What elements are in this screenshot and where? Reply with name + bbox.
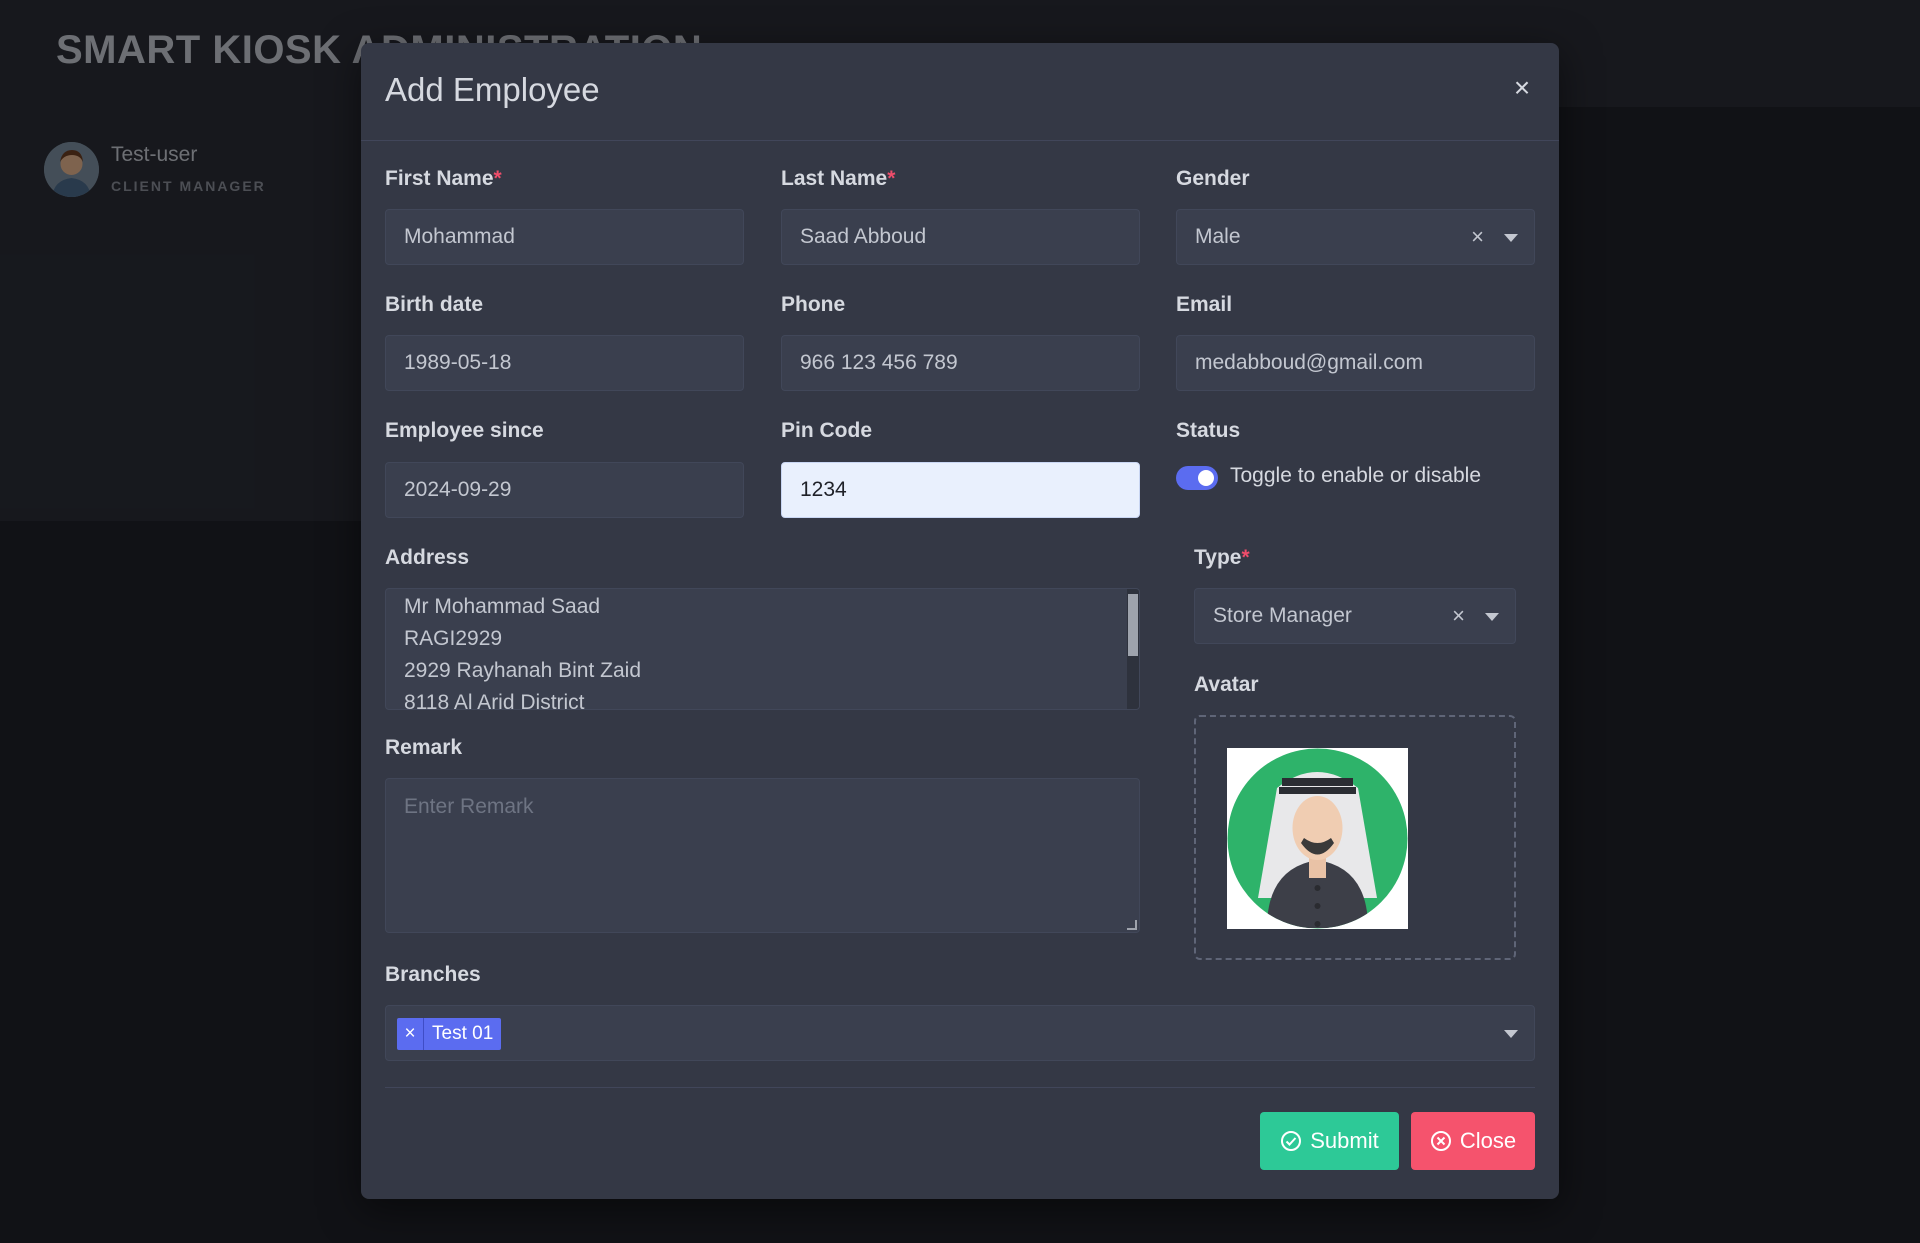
email-label: Email xyxy=(1176,293,1233,316)
avatar-label: Avatar xyxy=(1194,673,1259,696)
branch-tag-label: Test 01 xyxy=(432,1023,494,1044)
phone-label: Phone xyxy=(781,293,846,316)
employee-since-input[interactable]: 2024-09-29 xyxy=(385,462,744,518)
clear-icon[interactable]: × xyxy=(1452,589,1465,643)
address-line: RAGI2929 xyxy=(404,627,503,650)
resize-handle-icon[interactable] xyxy=(1127,920,1137,930)
status-toggle[interactable] xyxy=(1176,466,1218,490)
close-label: Close xyxy=(1459,1128,1517,1153)
address-scrollbar[interactable] xyxy=(1127,589,1139,709)
close-button[interactable]: Close xyxy=(1411,1112,1535,1170)
pin-code-input[interactable]: 1234 xyxy=(781,462,1140,518)
pin-code-label: Pin Code xyxy=(781,419,873,442)
chevron-down-icon[interactable] xyxy=(1504,1030,1518,1038)
first-name-label: First Name* xyxy=(385,167,502,190)
clear-icon[interactable]: × xyxy=(1471,210,1484,264)
remark-placeholder: Enter Remark xyxy=(404,795,534,818)
status-label: Status xyxy=(1176,419,1241,442)
gender-select[interactable]: Male × xyxy=(1176,209,1535,265)
branches-label: Branches xyxy=(385,963,481,986)
remove-tag-icon[interactable]: × xyxy=(397,1018,424,1050)
chevron-down-icon[interactable] xyxy=(1504,234,1518,242)
avatar-image xyxy=(1227,748,1408,929)
employee-since-label: Employee since xyxy=(385,419,544,442)
add-employee-modal: Add Employee × First Name* Mohammad Last… xyxy=(361,43,1559,1199)
birth-date-label: Birth date xyxy=(385,293,484,316)
chevron-down-icon[interactable] xyxy=(1485,613,1499,621)
gender-value: Male xyxy=(1195,225,1241,248)
address-line: 2929 Rayhanah Bint Zaid xyxy=(404,659,641,682)
modal-header: Add Employee × xyxy=(361,43,1559,141)
branch-tag: × Test 01 xyxy=(397,1018,502,1050)
status-toggle-text: Toggle to enable or disable xyxy=(1230,464,1482,487)
gender-label: Gender xyxy=(1176,167,1250,190)
avatar-dropzone[interactable] xyxy=(1194,715,1516,960)
address-line: Mr Mohammad Saad xyxy=(404,595,601,618)
close-circle-icon xyxy=(1430,1131,1451,1151)
remark-label: Remark xyxy=(385,736,463,759)
submit-label: Submit xyxy=(1310,1128,1379,1153)
address-line: 8118 Al Arid District xyxy=(404,691,585,710)
branches-select[interactable] xyxy=(385,1005,1535,1061)
footer-divider xyxy=(385,1087,1535,1088)
phone-input[interactable]: 966 123 456 789 xyxy=(781,335,1140,391)
birth-date-input[interactable]: 1989-05-18 xyxy=(385,335,744,391)
type-select[interactable]: Store Manager × xyxy=(1194,588,1516,644)
remark-textarea[interactable]: Enter Remark xyxy=(385,778,1140,933)
address-textarea[interactable]: Mr Mohammad Saad RAGI2929 2929 Rayhanah … xyxy=(385,588,1140,710)
email-input[interactable]: medabboud@gmail.com xyxy=(1176,335,1535,391)
last-name-label: Last Name* xyxy=(781,167,896,190)
submit-button[interactable]: Submit xyxy=(1260,1112,1399,1170)
type-value: Store Manager xyxy=(1213,604,1352,627)
type-label: Type* xyxy=(1194,546,1250,569)
close-icon[interactable]: × xyxy=(1507,73,1537,103)
last-name-input[interactable]: Saad Abboud xyxy=(781,209,1140,265)
address-label: Address xyxy=(385,546,470,569)
scrollbar-thumb[interactable] xyxy=(1128,594,1138,656)
first-name-input[interactable]: Mohammad xyxy=(385,209,744,265)
check-circle-icon xyxy=(1281,1131,1302,1151)
modal-title: Add Employee xyxy=(385,71,600,108)
